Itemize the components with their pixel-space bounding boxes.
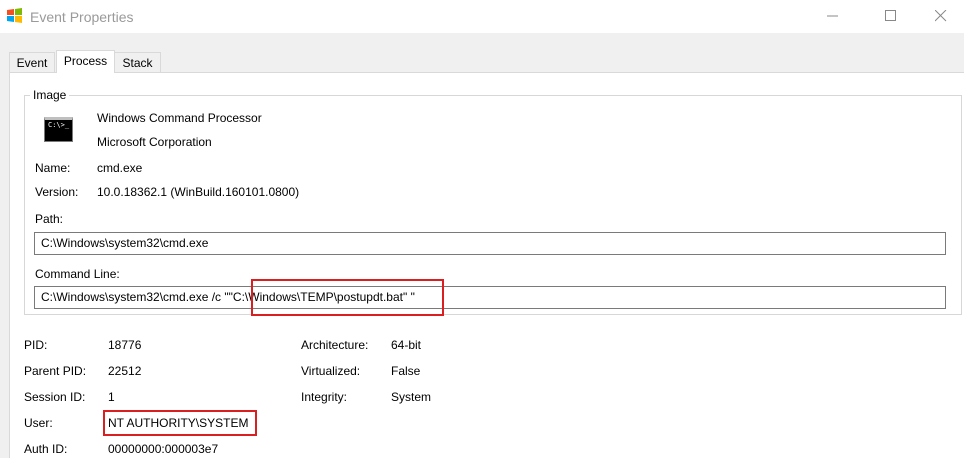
image-description: Windows Command Processor	[97, 111, 262, 125]
path-label: Path:	[35, 212, 64, 226]
name-label: Name:	[35, 161, 71, 175]
image-groupbox: Image C:\>_ Windows Command Processor Mi…	[24, 88, 962, 316]
virtualized-label: Virtualized:	[301, 364, 361, 378]
image-group-label: Image	[30, 88, 70, 102]
minimize-button[interactable]	[812, 0, 856, 33]
process-panel: Image C:\>_ Windows Command Processor Mi…	[9, 72, 964, 458]
title-bar: Event Properties	[0, 0, 964, 33]
close-button[interactable]	[920, 0, 964, 33]
auth-id-label: Auth ID:	[24, 442, 68, 456]
parent-pid-label: Parent PID:	[24, 364, 87, 378]
tab-process[interactable]: Process	[56, 50, 115, 73]
architecture-label: Architecture:	[301, 338, 369, 352]
virtualized-value: False	[391, 364, 421, 378]
version-value: 10.0.18362.1 (WinBuild.160101.0800)	[97, 185, 300, 199]
integrity-value: System	[391, 390, 432, 404]
cmd-icon: C:\>_	[44, 117, 73, 142]
user-label: User:	[24, 416, 53, 430]
pid-label: PID:	[24, 338, 48, 352]
command-line-field[interactable]: C:\Windows\system32\cmd.exe /c ""C:\Wind…	[34, 286, 946, 309]
version-label: Version:	[35, 185, 79, 199]
auth-id-value: 00000000:000003e7	[108, 442, 219, 456]
path-field[interactable]: C:\Windows\system32\cmd.exe	[34, 232, 946, 255]
user-highlight	[103, 410, 257, 436]
tab-stack[interactable]: Stack	[114, 52, 161, 72]
maximize-icon	[885, 10, 896, 21]
session-id-value: 1	[108, 390, 115, 404]
command-line-label: Command Line:	[35, 267, 120, 281]
parent-pid-value: 22512	[108, 364, 142, 378]
minimize-icon	[827, 15, 838, 17]
image-company: Microsoft Corporation	[97, 135, 212, 149]
architecture-value: 64-bit	[391, 338, 422, 352]
maximize-button[interactable]	[870, 0, 914, 33]
window-title: Event Properties	[30, 9, 134, 25]
close-icon	[935, 10, 947, 22]
integrity-label: Integrity:	[301, 390, 348, 404]
name-value: cmd.exe	[97, 161, 143, 175]
session-id-label: Session ID:	[24, 390, 86, 404]
pid-value: 18776	[108, 338, 142, 352]
app-logo-icon	[7, 8, 22, 23]
command-line-highlight	[251, 279, 444, 316]
tab-event[interactable]: Event	[9, 52, 55, 72]
